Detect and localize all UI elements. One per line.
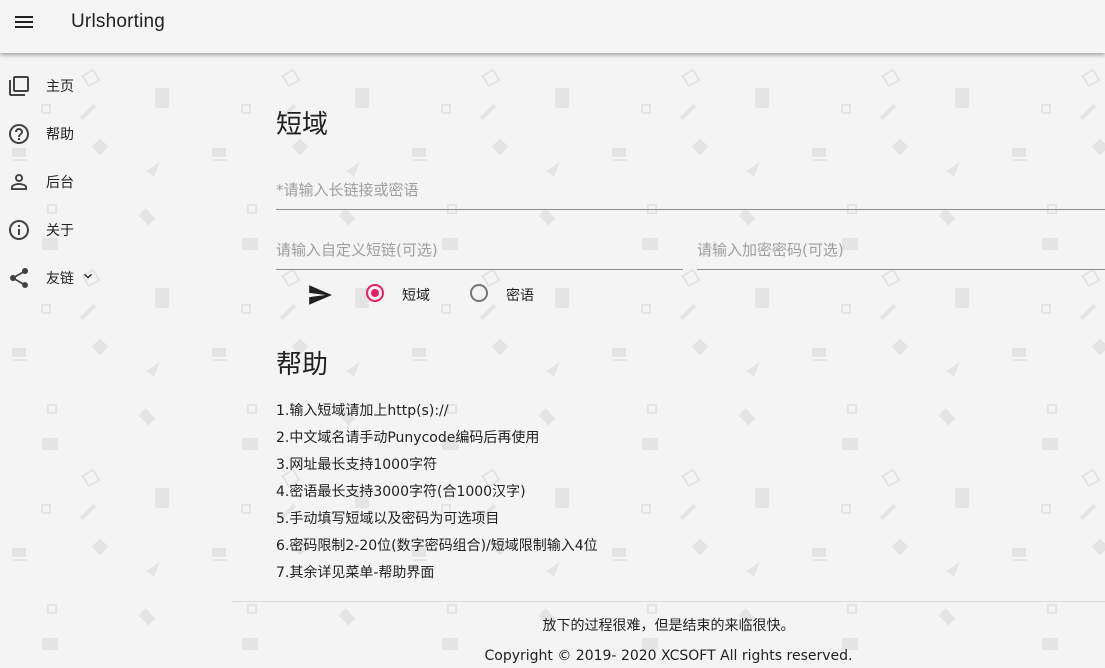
footer-copyright: Copyright © 2019- 2020 XCSOFT All rights…: [484, 648, 853, 664]
password-input[interactable]: [697, 241, 1105, 270]
radio-label: 短域: [402, 288, 430, 304]
menu-icon[interactable]: [12, 10, 36, 34]
sidebar-item-label: 主页: [46, 79, 74, 95]
top-app-bar: Urlshorting: [0, 0, 1105, 53]
radio-label: 密语: [506, 288, 534, 304]
app-title: Urlshorting: [71, 11, 166, 32]
share-icon: [10, 268, 28, 288]
sidebar-item-home[interactable]: 主页: [0, 62, 230, 110]
help-item: 2.中文域名请手动Punycode编码后再使用: [276, 430, 540, 446]
sidebar-item-label: 关于: [46, 223, 74, 239]
sidebar-item-label: 帮助: [46, 127, 74, 143]
custom-short-input[interactable]: [276, 241, 683, 270]
footer-divider: [232, 601, 1105, 602]
send-icon: [309, 285, 332, 305]
help-item: 7.其余详见菜单-帮助界面: [276, 565, 435, 581]
help-item: 1.输入短域请加上http(s)://: [276, 403, 449, 419]
help-item: 4.密语最长支持3000字符(合1000汉字): [276, 484, 526, 500]
shorten-heading: 短域: [276, 110, 329, 140]
help-item: 6.密码限制2-20位(数字密码组合)/短域限制输入4位: [276, 538, 598, 554]
sidebar-item-help[interactable]: 帮助: [0, 110, 230, 158]
sidebar-item-admin[interactable]: 后台: [0, 158, 230, 206]
sidebar-item-label: 后台: [46, 175, 74, 191]
sidebar-nav: 主页 帮助 后台 关于 友链: [0, 62, 230, 302]
help-item: 5.手动填写短域以及密码为可选项目: [276, 511, 500, 527]
help-heading: 帮助: [276, 350, 329, 380]
footer-quote: 放下的过程很难，但是结束的来临很快。: [542, 618, 795, 634]
long-url-input[interactable]: [276, 181, 1105, 210]
sidebar-item-about[interactable]: 关于: [0, 206, 230, 254]
chevron-down-icon: [84, 273, 92, 279]
send-button[interactable]: [306, 282, 334, 308]
sidebar-item-label: 友链: [46, 271, 74, 287]
help-list: 1.输入短域请加上http(s):// 2.中文域名请手动Punycode编码后…: [276, 398, 598, 587]
info-icon: [9, 220, 29, 240]
library-icon: [9, 76, 29, 96]
help-item: 3.网址最长支持1000字符: [276, 457, 437, 473]
person-icon: [11, 174, 27, 190]
radio-dot: [371, 289, 379, 297]
radio-circle: [470, 284, 488, 302]
help-icon: [9, 124, 29, 144]
sidebar-item-links[interactable]: 友链: [0, 254, 230, 302]
